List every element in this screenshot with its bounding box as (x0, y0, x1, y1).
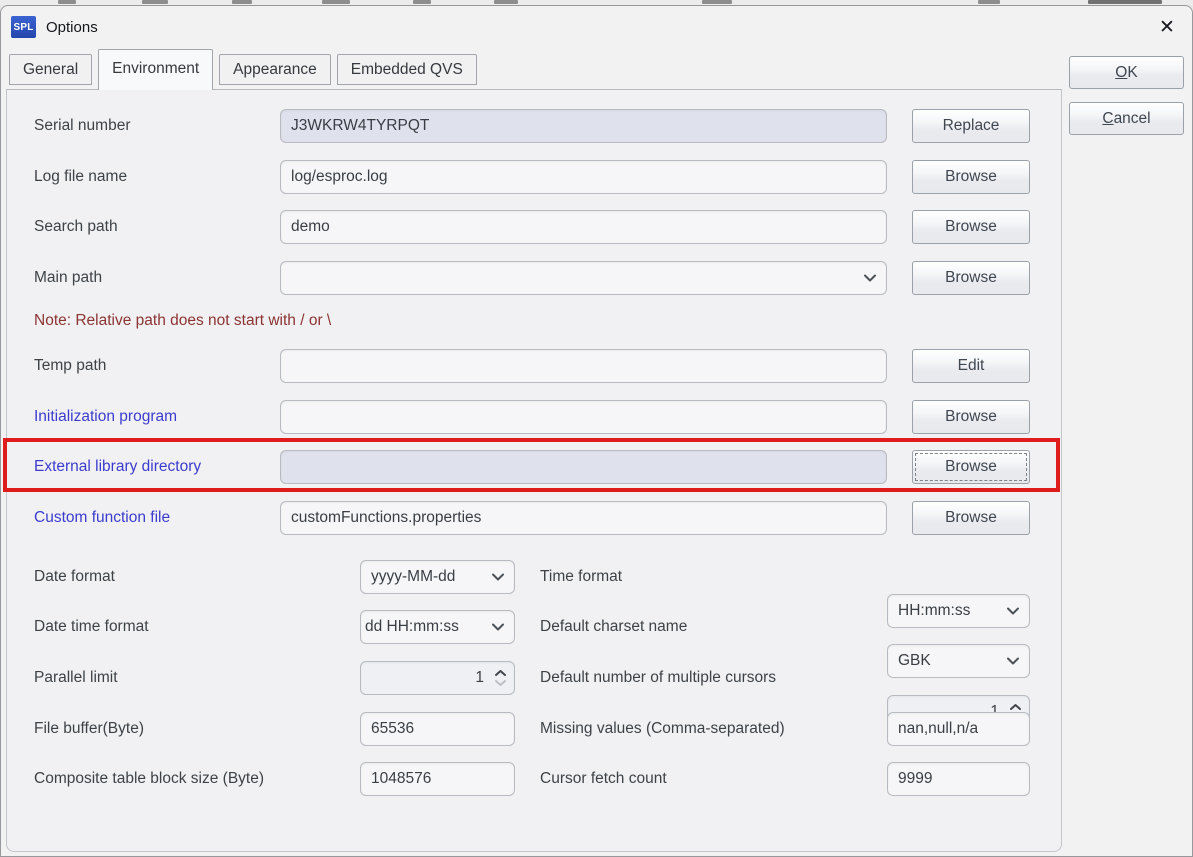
row-date-time-formats: Date format yyyy-MM-dd Time format HH:mm… (7, 560, 1061, 594)
log-file-name-value: log/esproc.log (291, 168, 388, 186)
row-blocksize-fetch: Composite table block size (Byte) 104857… (7, 762, 1061, 796)
browse-external-library-button[interactable]: Browse (912, 450, 1030, 484)
composite-block-size-input[interactable]: 1048576 (360, 762, 515, 796)
spinner-down-icon (494, 679, 507, 687)
row-parallel-cursors: Parallel limit 1 Default number of multi… (7, 661, 1061, 695)
date-time-format-label: Date time format (34, 610, 149, 644)
log-file-name-label: Log file name (34, 160, 127, 194)
title-bar: SPL Options ✕ (1, 6, 1192, 49)
date-format-combobox[interactable]: yyyy-MM-dd (360, 560, 515, 594)
initialization-program-label: Initialization program (34, 400, 177, 434)
date-time-format-combobox[interactable]: dd HH:mm:ss (360, 610, 515, 644)
chevron-down-icon (491, 573, 505, 582)
serial-number-value: J3WKRW4TYRPQT (291, 117, 429, 135)
external-library-directory-input[interactable] (280, 450, 887, 484)
background-remnant (142, 0, 168, 4)
browse-main-path-button[interactable]: Browse (912, 261, 1030, 295)
background-remnant (322, 0, 350, 4)
main-path-label: Main path (34, 261, 102, 295)
default-cursors-label: Default number of multiple cursors (540, 661, 776, 695)
options-dialog: SPL Options ✕ General Environment Appear… (0, 5, 1193, 857)
parallel-limit-stepper[interactable]: 1 (360, 661, 515, 695)
parallel-limit-label: Parallel limit (34, 661, 118, 695)
date-format-label: Date format (34, 560, 115, 594)
file-buffer-label: File buffer(Byte) (34, 712, 144, 746)
custom-function-file-value: customFunctions.properties (291, 509, 481, 527)
background-remnant (58, 0, 76, 4)
temp-path-label: Temp path (34, 349, 106, 383)
row-main-path: Main path Browse (7, 261, 1061, 295)
background-remnant (702, 0, 732, 4)
background-remnant (494, 0, 518, 4)
missing-values-input[interactable]: nan,null,n/a (887, 712, 1030, 746)
row-datetime-charset: Date time format dd HH:mm:ss Default cha… (7, 610, 1061, 644)
spl-app-icon: SPL (11, 16, 36, 38)
custom-function-file-label: Custom function file (34, 501, 170, 535)
ok-button[interactable]: OK (1069, 56, 1184, 89)
environment-tab-panel: Serial number J3WKRW4TYRPQT Replace Log … (6, 89, 1062, 852)
external-library-directory-label: External library directory (34, 450, 201, 484)
main-path-combobox[interactable] (280, 261, 887, 295)
serial-number-label: Serial number (34, 109, 131, 143)
file-buffer-input[interactable]: 65536 (360, 712, 515, 746)
tab-appearance[interactable]: Appearance (219, 54, 331, 85)
browse-initialization-program-button[interactable]: Browse (912, 400, 1030, 434)
row-log-file-name: Log file name log/esproc.log Browse (7, 160, 1061, 194)
search-path-value: demo (291, 218, 330, 236)
background-remnant (232, 0, 252, 4)
missing-values-label: Missing values (Comma-separated) (540, 712, 785, 746)
tab-embedded-qvs[interactable]: Embedded QVS (337, 54, 477, 85)
close-icon[interactable]: ✕ (1150, 12, 1184, 42)
row-search-path: Search path demo Browse (7, 210, 1061, 244)
spinner-up-icon (494, 669, 507, 677)
replace-button[interactable]: Replace (912, 109, 1030, 143)
browse-search-path-button[interactable]: Browse (912, 210, 1030, 244)
temp-path-input[interactable] (280, 349, 887, 383)
relative-path-note: Note: Relative path does not start with … (34, 312, 331, 330)
initialization-program-input[interactable] (280, 400, 887, 434)
row-custom-function-file: Custom function file customFunctions.pro… (7, 501, 1061, 535)
custom-function-file-input[interactable]: customFunctions.properties (280, 501, 887, 535)
browse-log-file-button[interactable]: Browse (912, 160, 1030, 194)
background-remnant (978, 0, 1000, 4)
search-path-input[interactable]: demo (280, 210, 887, 244)
cancel-button-label: Cancel (1102, 110, 1150, 128)
browse-custom-function-file-button[interactable]: Browse (912, 501, 1030, 535)
ok-button-label: OK (1115, 64, 1137, 82)
chevron-down-icon (863, 274, 877, 283)
dialog-title: Options (46, 6, 98, 49)
row-temp-path: Temp path Edit (7, 349, 1061, 383)
cursor-fetch-count-label: Cursor fetch count (540, 762, 667, 796)
background-remnant (413, 0, 431, 4)
row-buffer-missing: File buffer(Byte) 65536 Missing values (… (7, 712, 1061, 746)
tab-environment[interactable]: Environment (98, 49, 213, 90)
row-initialization-program: Initialization program Browse (7, 400, 1061, 434)
tab-bar: General Environment Appearance Embedded … (9, 49, 477, 95)
time-format-label: Time format (540, 560, 622, 594)
cancel-button[interactable]: Cancel (1069, 102, 1184, 135)
default-charset-name-label: Default charset name (540, 610, 687, 644)
edit-temp-path-button[interactable]: Edit (912, 349, 1030, 383)
cursor-fetch-count-input[interactable]: 9999 (887, 762, 1030, 796)
background-remnant (1088, 0, 1162, 4)
composite-block-size-label: Composite table block size (Byte) (34, 762, 264, 796)
tab-general[interactable]: General (9, 54, 92, 85)
spinner-up-icon (1009, 703, 1022, 711)
chevron-down-icon (491, 623, 505, 632)
log-file-name-input[interactable]: log/esproc.log (280, 160, 887, 194)
serial-number-input[interactable]: J3WKRW4TYRPQT (280, 109, 887, 143)
search-path-label: Search path (34, 210, 118, 244)
row-serial-number: Serial number J3WKRW4TYRPQT Replace (7, 109, 1061, 143)
row-external-library-directory: External library directory Browse (7, 450, 1061, 484)
